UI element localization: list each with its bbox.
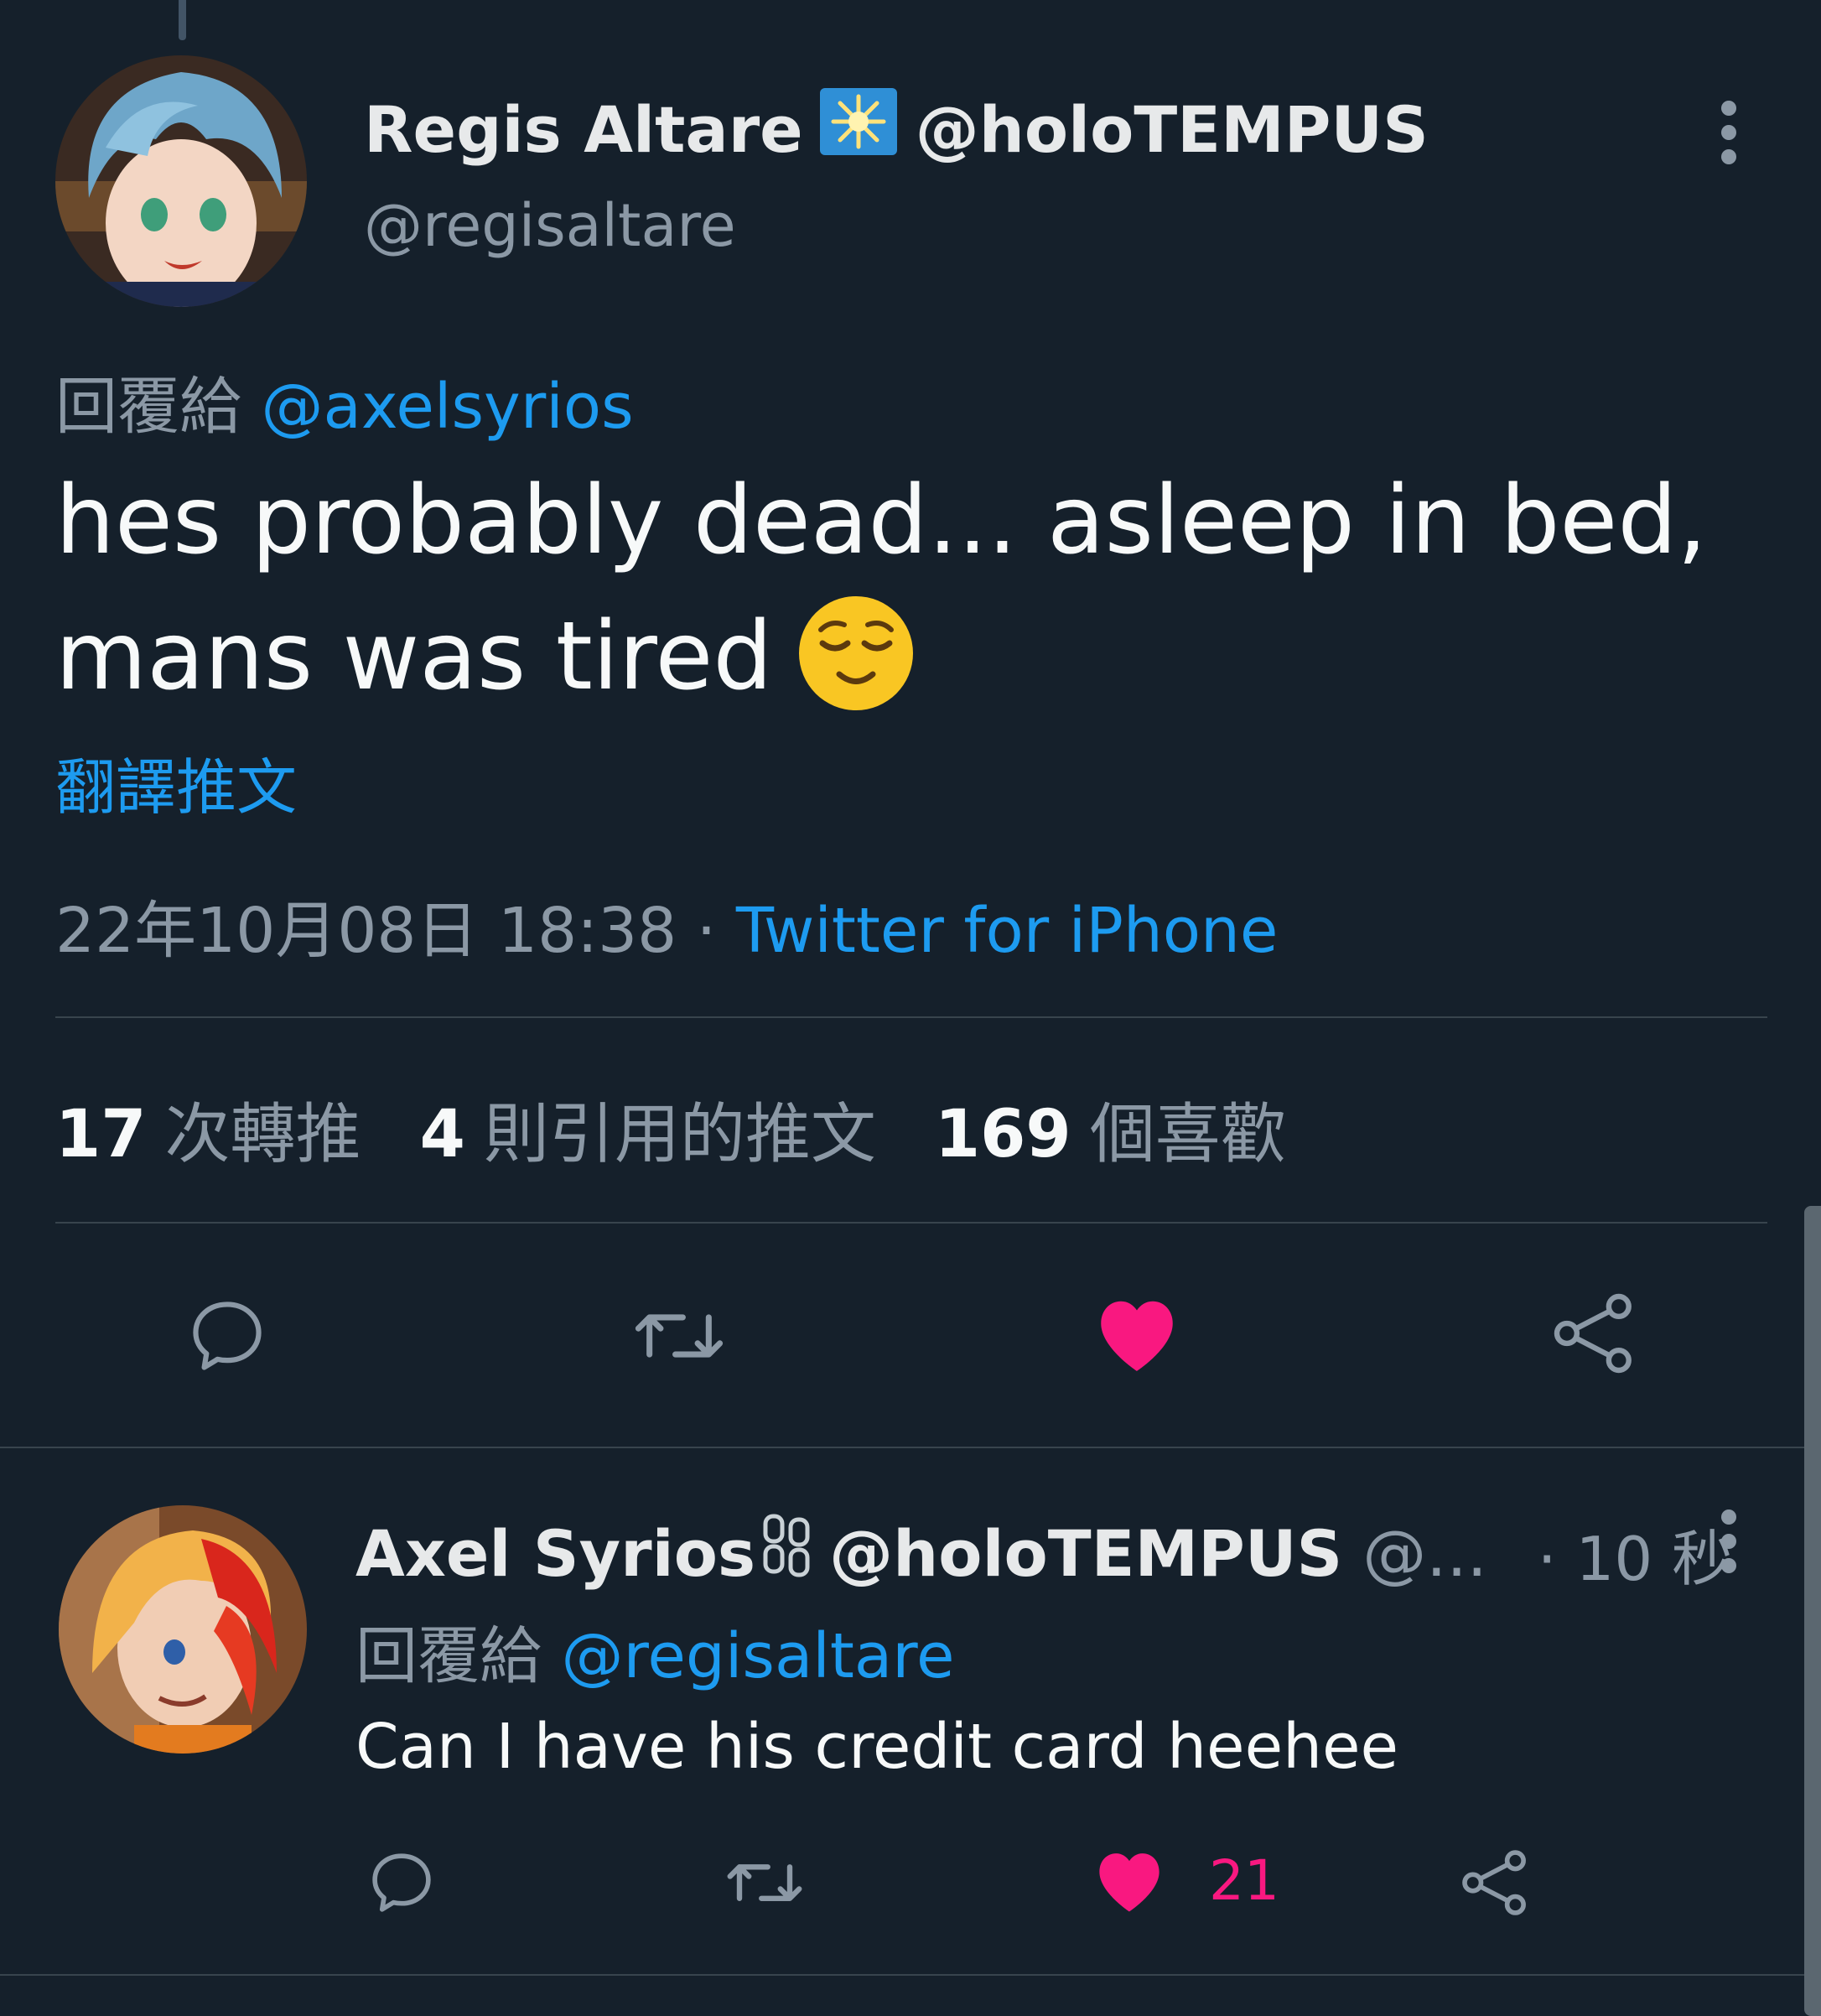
engagement-stats: 17 次轉推 4 則引用的推文 169 個喜歡 — [55, 1082, 1345, 1176]
avatar-image — [59, 1505, 307, 1754]
author-name-suffix: @holoTEMPUS — [915, 91, 1429, 167]
divider — [55, 1222, 1767, 1224]
more-options-icon[interactable] — [1721, 101, 1738, 174]
retweet-count: 17 — [55, 1097, 147, 1172]
author-display-name[interactable]: Regis Altare — [364, 92, 803, 167]
retweet-icon — [727, 1864, 802, 1901]
divider — [0, 1974, 1821, 1976]
avatar-image — [55, 55, 307, 307]
share-icon — [1554, 1293, 1632, 1374]
tweet-source-link[interactable]: Twitter for iPhone — [736, 895, 1279, 967]
reply-like-count: 21 — [1209, 1847, 1279, 1913]
reply-author-avatar[interactable] — [59, 1505, 307, 1754]
like-button[interactable]: 21 — [1092, 1845, 1279, 1915]
share-icon — [1462, 1850, 1526, 1915]
tweet-body: hes probably dead... asleep in bed, mans… — [55, 453, 1749, 748]
retweet-button[interactable] — [723, 1845, 807, 1920]
reply-timestamp[interactable]: · 10 秒 — [1538, 1509, 1732, 1598]
author-handle[interactable]: @regisaltare — [364, 191, 736, 260]
like-label: 個喜歡 — [1089, 1097, 1286, 1172]
share-button[interactable] — [1548, 1287, 1640, 1380]
reply-button[interactable] — [364, 1845, 439, 1920]
tweet-meta: 22年10月08日 18:38 · Twitter for iPhone — [55, 881, 1278, 970]
retweets-stat[interactable]: 17 次轉推 — [55, 1082, 361, 1176]
more-options-icon[interactable] — [1721, 1509, 1738, 1582]
author-name-row[interactable]: Regis Altare @holoTEMPUS — [364, 88, 1429, 170]
holotempus-badge-icon — [819, 88, 897, 170]
retweet-icon — [635, 1314, 724, 1358]
heart-filled-icon — [1101, 1301, 1173, 1371]
reply-prefix: 回覆給 — [55, 371, 241, 443]
divider — [55, 1016, 1767, 1018]
relieved-face-emoji-icon — [797, 595, 915, 748]
author-avatar[interactable] — [55, 55, 307, 307]
quote-label: 則引用的推文 — [483, 1097, 876, 1172]
chain-emoji-icon — [762, 1513, 811, 1595]
retweet-label: 次轉推 — [164, 1097, 361, 1172]
reply-prefix: 回覆給 — [355, 1620, 542, 1692]
reply-author-name-row[interactable]: Axel Syrios @holoTEMPUS @... · 10 秒 — [355, 1509, 1732, 1598]
reply-author-handle[interactable]: @... — [1362, 1516, 1486, 1591]
reply-tweet-text: Can I have his credit card heehee — [355, 1711, 1399, 1783]
reply-icon — [193, 1302, 262, 1370]
scrollbar[interactable] — [1804, 1206, 1821, 2016]
reply-author-name-suffix: @holoTEMPUS — [829, 1516, 1343, 1591]
reply-context: 回覆給 @regisaltare — [355, 1606, 955, 1696]
thread-connector-line — [179, 0, 186, 40]
share-button[interactable] — [1457, 1845, 1533, 1920]
likes-stat[interactable]: 169 個喜歡 — [935, 1082, 1286, 1176]
quote-count: 4 — [419, 1097, 465, 1172]
reply-to-mention-link[interactable]: @axelsyrios — [262, 371, 634, 443]
meta-separator: · — [696, 895, 717, 967]
reply-author-display-name[interactable]: Axel Syrios — [355, 1516, 755, 1591]
reply-icon — [372, 1853, 431, 1912]
translate-tweet-link[interactable]: 翻譯推文 — [55, 738, 297, 826]
divider — [0, 1447, 1821, 1448]
retweet-button[interactable] — [629, 1291, 729, 1380]
quote-tweets-stat[interactable]: 4 則引用的推文 — [420, 1082, 876, 1176]
reply-context: 回覆給 @axelsyrios — [55, 356, 634, 446]
tweet-timestamp[interactable]: 22年10月08日 18:38 — [55, 895, 677, 967]
heart-filled-icon — [1099, 1853, 1160, 1912]
reply-to-mention-link[interactable]: @regisaltare — [562, 1620, 955, 1692]
reply-button[interactable] — [183, 1291, 272, 1380]
like-count: 169 — [934, 1097, 1071, 1172]
like-button[interactable] — [1092, 1291, 1182, 1375]
